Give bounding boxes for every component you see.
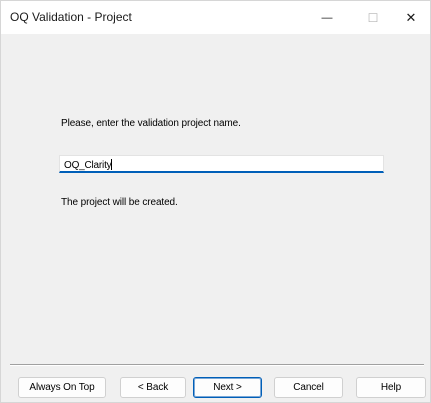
project-name-input[interactable]: OQ_Clarity [59, 155, 384, 173]
maximize-button[interactable]: ☐ [350, 1, 396, 34]
title-bar[interactable]: OQ Validation - Project — ☐ ✕ [1, 1, 430, 34]
footer-separator [10, 364, 424, 366]
always-on-top-button[interactable]: Always On Top [18, 377, 106, 398]
back-button[interactable]: < Back [120, 377, 186, 398]
dialog-content: Please, enter the validation project nam… [1, 34, 430, 366]
close-icon: ✕ [405, 9, 417, 25]
project-name-prompt: Please, enter the validation project nam… [61, 118, 241, 129]
dialog-window: OQ Validation - Project — ☐ ✕ Please, en… [0, 0, 431, 403]
text-caret [111, 159, 113, 170]
project-name-value: OQ_Clarity [64, 160, 112, 171]
minimize-icon: — [321, 11, 333, 24]
help-button[interactable]: Help [356, 377, 426, 398]
status-message: The project will be created. [61, 197, 178, 208]
window-title: OQ Validation - Project [10, 10, 132, 24]
next-button[interactable]: Next > [193, 377, 262, 398]
minimize-button[interactable]: — [304, 1, 350, 34]
close-button[interactable]: ✕ [392, 1, 430, 34]
cancel-button[interactable]: Cancel [274, 377, 343, 398]
maximize-icon: ☐ [367, 10, 379, 25]
